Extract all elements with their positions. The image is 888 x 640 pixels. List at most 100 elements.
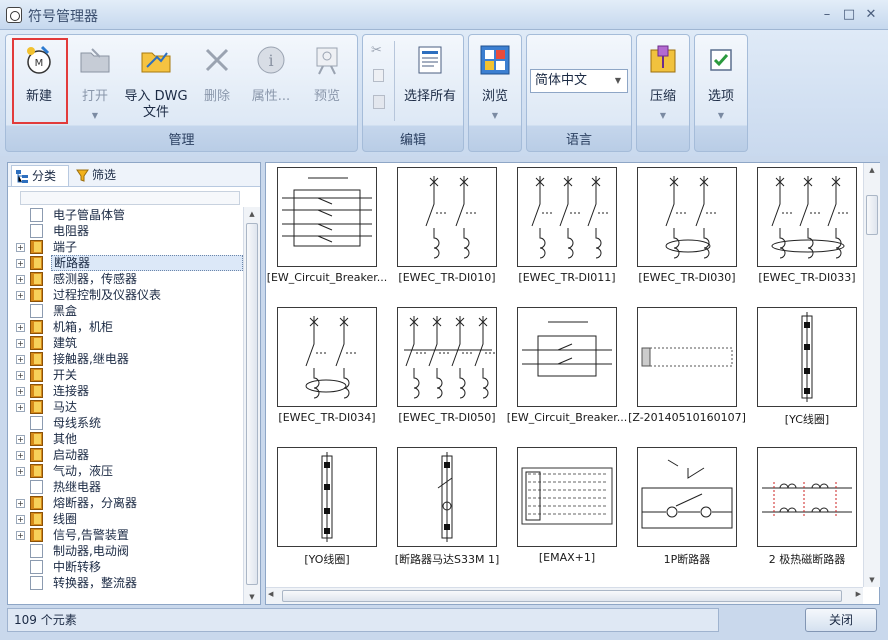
expand-plus-icon[interactable]: +	[16, 499, 25, 508]
delete-button[interactable]: 删除	[192, 37, 242, 125]
symbol-tile[interactable]: [EW_Circuit_Breaker...	[506, 303, 627, 433]
tree-item[interactable]: 黑盒	[8, 303, 244, 319]
tree-item[interactable]: + 马达	[8, 399, 244, 415]
symbol-tile[interactable]: [断路器马达S33M 1]	[386, 443, 506, 573]
expand-plus-icon[interactable]: +	[16, 339, 25, 348]
tree-item[interactable]: + 端子	[8, 239, 244, 255]
tree-scroll-thumb[interactable]	[246, 223, 258, 585]
preview-button[interactable]: 预览	[300, 37, 354, 125]
expand-plus-icon[interactable]: +	[16, 531, 25, 540]
tree-item[interactable]: + 气动，液压	[8, 463, 244, 479]
options-button[interactable]: 选项 ▼	[695, 37, 747, 125]
tree-item[interactable]: + 连接器	[8, 383, 244, 399]
symbol-thumbnail[interactable]	[757, 447, 857, 547]
expand-plus-icon[interactable]: +	[16, 259, 25, 268]
tree-item[interactable]: 母线系统	[8, 415, 244, 431]
tree-item[interactable]: 制动器,电动阀	[8, 543, 244, 559]
tree-item[interactable]: + 信号,告警装置	[8, 527, 244, 543]
maximize-button[interactable]: □	[840, 6, 858, 24]
minimize-button[interactable]: –	[818, 6, 836, 24]
symbol-tile[interactable]: [EMAX+1]	[506, 443, 626, 573]
symbol-thumbnail[interactable]	[277, 167, 377, 267]
close-button[interactable]: 关闭	[805, 608, 877, 632]
tree-item[interactable]: + 线圈	[8, 511, 244, 527]
symbol-thumbnail[interactable]	[637, 167, 737, 267]
tree-item[interactable]: 热继电器	[8, 479, 244, 495]
scroll-down-icon[interactable]: ▼	[244, 590, 260, 604]
symbol-tile[interactable]: 2 极热磁断路器	[746, 443, 866, 573]
tree-item[interactable]: 电子管晶体管	[8, 207, 244, 223]
symbol-thumbnail[interactable]	[637, 447, 737, 547]
cut-icon[interactable]: ✂	[371, 43, 387, 59]
symbol-thumbnail[interactable]	[757, 167, 857, 267]
tree-item[interactable]: + 断路器	[8, 255, 244, 271]
tree-item[interactable]: + 机箱，机柜	[8, 319, 244, 335]
tree-item[interactable]: + 其他	[8, 431, 244, 447]
symbol-tile[interactable]: [EWEC_TR-DI050]	[386, 303, 506, 433]
properties-button[interactable]: i 属性...	[242, 37, 300, 125]
symbol-tile[interactable]: [YO线圈]	[266, 443, 386, 573]
tree-item[interactable]: 电阻器	[8, 223, 244, 239]
symbol-thumbnail[interactable]	[757, 307, 857, 407]
language-select[interactable]: 简体中文 ▼	[530, 69, 628, 93]
paste-icon[interactable]	[373, 95, 385, 109]
symbol-thumbnail[interactable]	[277, 307, 377, 407]
compress-button[interactable]: 压缩 ▼	[637, 37, 689, 125]
scroll-right-icon[interactable]: ▶	[856, 590, 861, 598]
symbol-thumbnail[interactable]	[277, 447, 377, 547]
expand-plus-icon[interactable]: +	[16, 467, 25, 476]
symbol-tile[interactable]: [EWEC_TR-DI011]	[506, 163, 626, 293]
symbol-tile[interactable]: [EW_Circuit_Breaker...	[266, 163, 387, 293]
expand-plus-icon[interactable]: +	[16, 387, 25, 396]
browse-button[interactable]: 浏览 ▼	[469, 37, 521, 125]
tree-item[interactable]: + 启动器	[8, 447, 244, 463]
import-dwg-button[interactable]: 导入 DWG 文件	[122, 37, 190, 125]
symbol-thumbnail[interactable]	[517, 167, 617, 267]
symbol-thumbnail[interactable]	[517, 447, 617, 547]
close-window-button[interactable]: ✕	[862, 6, 880, 24]
symbol-thumbnail[interactable]	[517, 307, 617, 407]
expand-plus-icon[interactable]: +	[16, 243, 25, 252]
symbol-tile[interactable]: [EWEC_TR-DI010]	[386, 163, 506, 293]
grid-vscroll-thumb[interactable]	[866, 195, 878, 235]
tree-item[interactable]: + 建筑	[8, 335, 244, 351]
symbol-thumbnail[interactable]	[637, 307, 737, 407]
expand-plus-icon[interactable]: +	[16, 371, 25, 380]
scroll-left-icon[interactable]: ◀	[268, 590, 273, 598]
tree-item[interactable]: + 熔断器，分离器	[8, 495, 244, 511]
symbol-tile[interactable]: [EWEC_TR-DI034]	[266, 303, 386, 433]
tree-item[interactable]: + 接触器,继电器	[8, 351, 244, 367]
expand-plus-icon[interactable]: +	[16, 291, 25, 300]
expand-plus-icon[interactable]: +	[16, 323, 25, 332]
symbol-thumbnail[interactable]	[397, 167, 497, 267]
tab-category[interactable]: 分类	[11, 165, 69, 186]
expand-plus-icon[interactable]: +	[16, 275, 25, 284]
symbol-tile[interactable]: [Z-20140510160107]	[626, 303, 746, 433]
copy-icon[interactable]	[373, 69, 384, 82]
expand-plus-icon[interactable]: +	[16, 403, 25, 412]
symbol-thumbnail[interactable]	[397, 447, 497, 547]
grid-vscrollbar[interactable]: ▲ ▼	[863, 163, 880, 587]
grid-scroll-up-icon[interactable]: ▲	[864, 163, 880, 177]
symbol-tile[interactable]: [EWEC_TR-DI030]	[626, 163, 746, 293]
grid-hscrollbar[interactable]: ◀ ▶	[266, 587, 863, 604]
tree-scrollbar[interactable]: ▲ ▼	[243, 207, 260, 604]
tree-item[interactable]: + 感测器，传感器	[8, 271, 244, 287]
tree-item[interactable]: 转换器，整流器	[8, 575, 244, 591]
symbol-tile[interactable]: [YC线圈]	[746, 303, 866, 433]
tree-item[interactable]: + 过程控制及仪器仪表	[8, 287, 244, 303]
tree-item[interactable]: 中断转移	[8, 559, 244, 575]
tab-filter[interactable]: 筛选	[72, 165, 130, 186]
tree-item[interactable]: + 开关	[8, 367, 244, 383]
select-all-button[interactable]: 选择所有	[397, 37, 463, 125]
expand-plus-icon[interactable]: +	[16, 451, 25, 460]
symbol-thumbnail[interactable]	[397, 307, 497, 407]
grid-hscroll-thumb[interactable]	[282, 590, 842, 602]
symbol-tile[interactable]: 1P断路器	[626, 443, 746, 573]
symbol-tile[interactable]: [EWEC_TR-DI033]	[746, 163, 866, 293]
scroll-up-icon[interactable]: ▲	[244, 207, 260, 221]
expand-plus-icon[interactable]: +	[16, 515, 25, 524]
open-button[interactable]: 打开 ▼	[68, 37, 122, 125]
expand-plus-icon[interactable]: +	[16, 355, 25, 364]
grid-scroll-down-icon[interactable]: ▼	[864, 573, 880, 587]
